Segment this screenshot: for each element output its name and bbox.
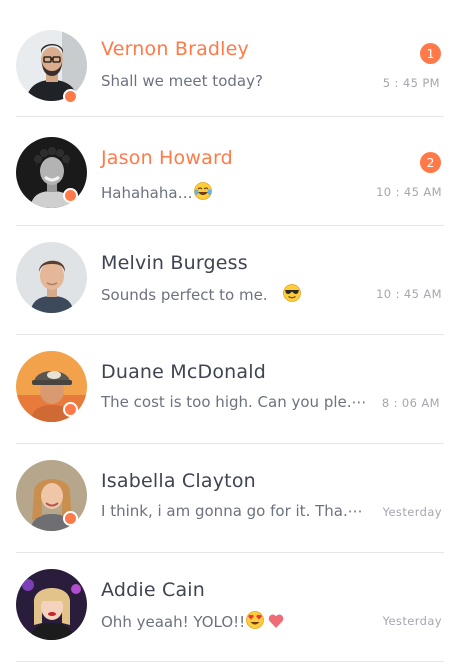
- online-status-dot: [63, 89, 78, 104]
- online-status-dot: [63, 188, 78, 203]
- message-time: Yesterday: [382, 614, 442, 628]
- contact-name: Addie Cain: [101, 579, 206, 601]
- contact-name: Duane McDonald: [101, 361, 267, 383]
- avatar-image: [16, 569, 87, 640]
- message-time: 8 : 06 AM: [381, 396, 440, 410]
- contact-name: Jason Howard: [101, 147, 233, 169]
- message-preview: I think, i am gonna go for it. Tha.⋯: [101, 502, 363, 520]
- conversation-list: Vernon Bradley Shall we meet today? 1 5 …: [0, 0, 474, 669]
- message-preview: The cost is too high. Can you ple.⋯: [101, 393, 367, 411]
- online-status-dot: [63, 511, 78, 526]
- message-preview: Ohh yeaah! YOLO!!: [101, 610, 373, 631]
- contact-name: Melvin Burgess: [101, 252, 248, 274]
- avatar[interactable]: [16, 30, 87, 101]
- sunglasses-emoji: [282, 283, 302, 303]
- divider: [16, 661, 444, 662]
- heart-eyes-emoji: [245, 610, 265, 630]
- message-time: 10 : 45 AM: [376, 185, 442, 199]
- message-time: Yesterday: [382, 505, 442, 519]
- online-status-dot: [63, 402, 78, 417]
- conversation-row[interactable]: Addie Cain Ohh yeaah! YOLO!! Yesterday: [0, 553, 474, 662]
- tears-of-joy-emoji: [193, 181, 213, 201]
- contact-name: Vernon Bradley: [101, 38, 249, 60]
- conversation-row[interactable]: Vernon Bradley Shall we meet today? 1 5 …: [0, 8, 474, 117]
- unread-badge: 2: [420, 152, 441, 173]
- conversation-row[interactable]: Jason Howard Hahahaha… 2 10 : 45 AM: [0, 117, 474, 226]
- heart-emoji: [267, 612, 285, 630]
- conversation-row[interactable]: Duane McDonald The cost is too high. Can…: [0, 335, 474, 444]
- message-preview-text: Sounds perfect to me.: [101, 286, 268, 304]
- message-preview: Hahahaha…: [101, 181, 373, 202]
- conversation-row[interactable]: Isabella Clayton I think, i am gonna go …: [0, 444, 474, 553]
- message-preview: Sounds perfect to me.: [101, 283, 373, 304]
- contact-name: Isabella Clayton: [101, 470, 256, 492]
- avatar[interactable]: [16, 242, 87, 313]
- message-time: 5 : 45 PM: [382, 76, 440, 90]
- conversation-row[interactable]: Melvin Burgess Sounds perfect to me. 10 …: [0, 226, 474, 335]
- unread-badge: 1: [420, 43, 441, 64]
- message-preview-text: Hahahaha…: [101, 184, 193, 202]
- message-preview: Shall we meet today?: [101, 72, 263, 90]
- message-time: 10 : 45 AM: [376, 287, 442, 301]
- avatar-image: [16, 242, 87, 313]
- message-preview-text: Ohh yeaah! YOLO!!: [101, 613, 246, 631]
- avatar[interactable]: [16, 569, 87, 640]
- avatar-image: [16, 30, 87, 101]
